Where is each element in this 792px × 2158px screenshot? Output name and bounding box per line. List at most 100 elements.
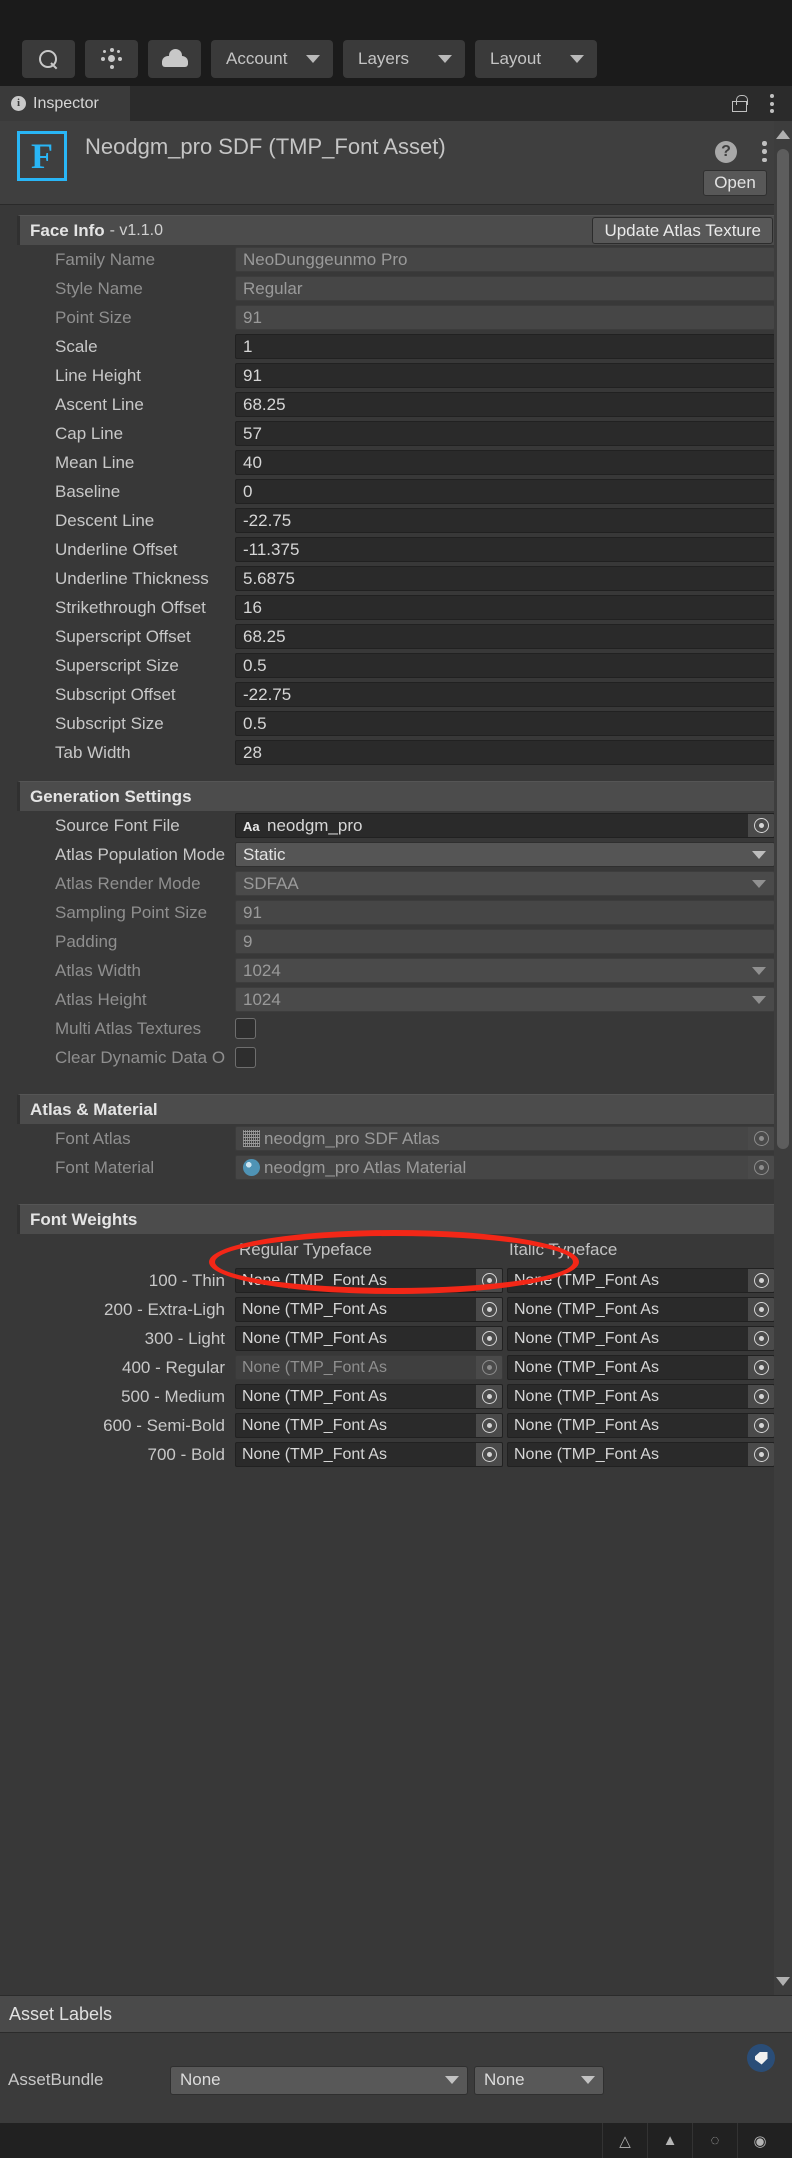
regular-typeface-field-3[interactable]: None (TMP_Font As xyxy=(235,1355,503,1380)
face-input-1[interactable]: Regular xyxy=(235,276,775,301)
section-header-generation-settings[interactable]: Generation Settings xyxy=(17,781,775,811)
italic-typeface-field-4[interactable]: None (TMP_Font As xyxy=(507,1384,775,1409)
object-picker-icon[interactable] xyxy=(476,1414,502,1437)
account-dropdown[interactable]: Account xyxy=(211,40,333,78)
object-picker-icon[interactable] xyxy=(748,1385,774,1408)
italic-typeface-field-0[interactable]: None (TMP_Font As xyxy=(507,1268,775,1293)
face-input-12[interactable]: 16 xyxy=(235,595,775,620)
source-font-file-object-field[interactable]: Aa neodgm_pro xyxy=(235,813,775,838)
face-input-17[interactable]: 28 xyxy=(235,740,775,765)
layers-dropdown[interactable]: Layers xyxy=(343,40,465,78)
face-input-3[interactable]: 1 xyxy=(235,334,775,359)
clear-dynamic-data-checkbox[interactable] xyxy=(235,1047,256,1068)
font-weights-rows: 100 - Thin None (TMP_Font As None (TMP_Fon… xyxy=(0,1266,792,1469)
object-picker-icon[interactable] xyxy=(476,1385,502,1408)
font-weight-label-0: 100 - Thin xyxy=(148,1270,225,1290)
atlas-render-mode-dropdown[interactable]: SDFAA xyxy=(235,871,775,896)
italic-typeface-field-1[interactable]: None (TMP_Font As xyxy=(507,1297,775,1322)
regular-typeface-field-4[interactable]: None (TMP_Font As xyxy=(235,1384,503,1409)
font-atlas-object-field[interactable]: neodgm_pro SDF Atlas xyxy=(235,1126,775,1151)
face-input-8[interactable]: 0 xyxy=(235,479,775,504)
object-picker-icon[interactable] xyxy=(748,1298,774,1321)
settings-button[interactable] xyxy=(85,40,138,78)
italic-typeface-field-3[interactable]: None (TMP_Font As xyxy=(507,1355,775,1380)
face-input-4[interactable]: 91 xyxy=(235,363,775,388)
audio-icon[interactable]: ◉ xyxy=(737,2123,782,2158)
chevron-down-icon xyxy=(445,2076,459,2084)
italic-typeface-field-6[interactable]: None (TMP_Font As xyxy=(507,1442,775,1467)
face-input-13[interactable]: 68.25 xyxy=(235,624,775,649)
object-picker-icon[interactable] xyxy=(476,1269,502,1292)
inspector-panel: F Neodgm_pro SDF (TMP_Font Asset) ? Open… xyxy=(0,121,792,1995)
face-input-16[interactable]: 0.5 xyxy=(235,711,775,736)
regular-typeface-field-1[interactable]: None (TMP_Font As xyxy=(235,1297,503,1322)
italic-typeface-field-5[interactable]: None (TMP_Font As xyxy=(507,1413,775,1438)
update-atlas-texture-button[interactable]: Update Atlas Texture xyxy=(592,217,773,244)
assetbundle-variant-dropdown[interactable]: None xyxy=(474,2065,604,2095)
face-input-5[interactable]: 68.25 xyxy=(235,392,775,417)
face-input-11[interactable]: 5.6875 xyxy=(235,566,775,591)
atlas-width-dropdown[interactable]: 1024 xyxy=(235,958,775,983)
layout-dropdown[interactable]: Layout xyxy=(475,40,597,78)
italic-typeface-field-2[interactable]: None (TMP_Font As xyxy=(507,1326,775,1351)
regular-typeface-field-2[interactable]: None (TMP_Font As xyxy=(235,1326,503,1351)
vertical-scrollbar[interactable] xyxy=(774,121,792,1995)
face-input-2[interactable]: 91 xyxy=(235,305,775,330)
lock-open-icon[interactable] xyxy=(732,95,748,112)
regular-typeface-field-6[interactable]: None (TMP_Font As xyxy=(235,1442,503,1467)
mesh-icon[interactable]: △ xyxy=(602,2123,647,2158)
help-icon[interactable]: ? xyxy=(715,141,737,163)
object-picker-icon[interactable] xyxy=(748,1443,774,1466)
no-light-icon[interactable]: ◌ xyxy=(692,2123,737,2158)
tab-inspector[interactable]: i Inspector xyxy=(0,86,130,121)
object-picker-icon[interactable] xyxy=(476,1443,502,1466)
face-info-version: - v1.1.0 xyxy=(109,221,163,239)
object-picker-icon[interactable] xyxy=(476,1298,502,1321)
face-input-14[interactable]: 0.5 xyxy=(235,653,775,678)
sampling-point-size-input[interactable]: 91 xyxy=(235,900,775,925)
font-material-object-field[interactable]: neodgm_pro Atlas Material xyxy=(235,1155,775,1180)
object-picker-icon[interactable] xyxy=(748,1327,774,1350)
scroll-down-arrow-icon[interactable] xyxy=(776,1977,790,1986)
mesh-filled-icon[interactable]: ▲ xyxy=(647,2123,692,2158)
atlas-height-dropdown[interactable]: 1024 xyxy=(235,987,775,1012)
regular-typeface-field-5[interactable]: None (TMP_Font As xyxy=(235,1413,503,1438)
object-picker-icon[interactable] xyxy=(748,1414,774,1437)
scroll-up-arrow-icon[interactable] xyxy=(776,130,790,139)
face-input-15[interactable]: -22.75 xyxy=(235,682,775,707)
object-picker-icon[interactable] xyxy=(748,1356,774,1379)
regular-typeface-field-0[interactable]: None (TMP_Font As xyxy=(235,1268,503,1293)
assetbundle-dropdown[interactable]: None xyxy=(170,2065,468,2095)
object-picker-icon[interactable] xyxy=(476,1327,502,1350)
asset-kebab-menu-icon[interactable] xyxy=(762,141,767,162)
face-input-7[interactable]: 40 xyxy=(235,450,775,475)
object-picker-icon[interactable] xyxy=(748,1156,774,1179)
row-atlas-height: Atlas Height 1024 xyxy=(17,985,775,1014)
typeface-placeholder: None (TMP_Font As xyxy=(514,1416,659,1434)
object-picker-icon[interactable] xyxy=(748,814,774,837)
cloud-button[interactable] xyxy=(148,40,201,78)
atlas-population-mode-dropdown[interactable]: Static xyxy=(235,842,775,867)
asset-labels-header[interactable]: Asset Labels xyxy=(0,1995,792,2033)
padding-input[interactable]: 9 xyxy=(235,929,775,954)
search-button[interactable] xyxy=(22,40,75,78)
face-input-0[interactable]: NeoDunggeunmo Pro xyxy=(235,247,775,272)
face-input-10[interactable]: -11.375 xyxy=(235,537,775,562)
font-atlas-label: Font Atlas xyxy=(55,1128,131,1148)
row-face-12: Strikethrough Offset 16 xyxy=(17,593,775,622)
multi-atlas-textures-checkbox[interactable] xyxy=(235,1018,256,1039)
chevron-down-icon xyxy=(752,966,766,975)
section-header-atlas-material[interactable]: Atlas & Material xyxy=(17,1094,775,1124)
face-input-9[interactable]: -22.75 xyxy=(235,508,775,533)
section-header-face-info[interactable]: Face Info - v1.1.0 Update Atlas Texture xyxy=(17,215,775,245)
object-picker-icon[interactable] xyxy=(748,1269,774,1292)
face-input-6[interactable]: 57 xyxy=(235,421,775,446)
open-button[interactable]: Open xyxy=(703,170,767,196)
gear-icon xyxy=(100,48,123,70)
section-header-font-weights[interactable]: Font Weights xyxy=(17,1204,775,1234)
scrollbar-thumb[interactable] xyxy=(777,149,789,1149)
row-multi-atlas-textures: Multi Atlas Textures xyxy=(17,1014,775,1043)
kebab-menu-icon[interactable] xyxy=(769,94,774,113)
object-picker-icon[interactable] xyxy=(748,1127,774,1150)
object-picker-icon[interactable] xyxy=(476,1356,502,1379)
